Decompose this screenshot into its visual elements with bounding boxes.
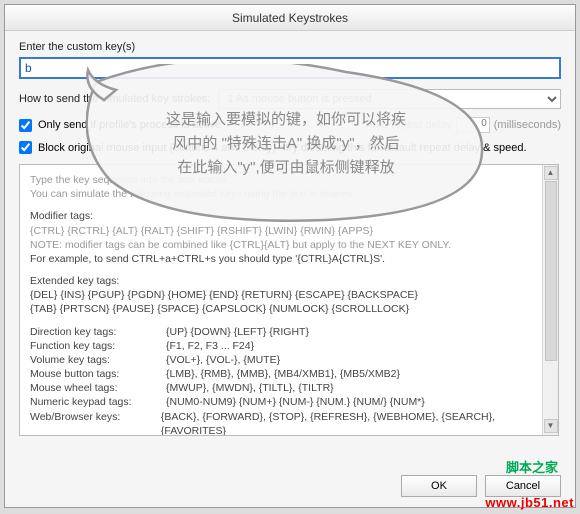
help-text-box: Type the key sequence into the box above… <box>19 164 559 436</box>
mousewheel-v: {MWUP}, {MWDN}, {TILTL}, {TILTR} <box>166 381 334 395</box>
content-area: Enter the custom key(s) How to send the … <box>5 31 575 436</box>
mousebtn-v: {LMB}, {RMB}, {MMB}, {MB4/XMB1}, {MB5/XM… <box>166 367 400 381</box>
modifier-note2: For example, to send CTRL+a+CTRL+s you s… <box>30 252 548 266</box>
extended-line1: {DEL} {INS} {PGUP} {PGDN} {HOME} {END} {… <box>30 288 548 302</box>
direction-k: Direction key tags: <box>30 325 166 339</box>
milliseconds-label: (milliseconds) <box>494 119 561 131</box>
help-intro-2: You can simulate the following extended … <box>30 187 548 201</box>
volume-k: Volume key tags: <box>30 353 166 367</box>
extended-line2: {TAB} {PRTSCN} {PAUSE} {SPACE} {CAPSLOCK… <box>30 302 548 316</box>
modifier-title: Modifier tags: <box>30 209 548 223</box>
ok-button[interactable]: OK <box>401 475 477 497</box>
block-input-checkbox[interactable] <box>19 141 32 154</box>
only-send-label: Only send if profile's process is active <box>38 119 221 131</box>
scroll-up-icon[interactable]: ▲ <box>544 166 558 180</box>
direction-v: {UP} {DOWN} {LEFT} {RIGHT} <box>166 325 309 339</box>
extended-title: Extended key tags: <box>30 274 548 288</box>
auto-repeat-label: Auto repeat delay <box>366 119 452 131</box>
howto-select[interactable]: 1 As mouse button is pressed <box>218 89 561 109</box>
mousebtn-k: Mouse button tags: <box>30 367 166 381</box>
numpad-v: {NUM0-NUM9} {NUM+} {NUM-} {NUM.} {NUM/} … <box>166 395 425 409</box>
watermark: www.jb51.net <box>485 495 574 510</box>
button-bar: OK Cancel <box>401 475 561 497</box>
help-intro-1: Type the key sequence into the box above… <box>30 173 548 187</box>
scroll-down-icon[interactable]: ▼ <box>544 419 558 433</box>
cancel-button[interactable]: Cancel <box>485 475 561 497</box>
footer-label: 脚本之家 <box>506 457 558 476</box>
dialog-window: Simulated Keystrokes Enter the custom ke… <box>4 4 576 508</box>
web-v: {BACK}, {FORWARD}, {STOP}, {REFRESH}, {W… <box>161 410 548 436</box>
function-v: {F1, F2, F3 ... F24} <box>166 339 254 353</box>
volume-v: {VOL+}, {VOL-}, {MUTE} <box>166 353 280 367</box>
help-scrollbar[interactable]: ▲ ▼ <box>542 165 558 435</box>
howto-label: How to send the simulated key strokes: <box>19 93 210 105</box>
only-send-checkbox[interactable] <box>19 119 32 132</box>
web-k: Web/Browser keys: <box>30 410 161 436</box>
custom-key-input[interactable] <box>19 57 561 79</box>
function-k: Function key tags: <box>30 339 166 353</box>
modifier-note1: NOTE: modifier tags can be combined like… <box>30 238 548 252</box>
mousewheel-k: Mouse wheel tags: <box>30 381 166 395</box>
enter-key-label: Enter the custom key(s) <box>19 41 561 53</box>
window-title: Simulated Keystrokes <box>232 11 348 25</box>
scroll-thumb[interactable] <box>545 181 557 361</box>
block-input-label: Block original mouse input (buttons 4 an… <box>38 142 527 154</box>
auto-repeat-spinner[interactable]: 0 <box>456 117 490 133</box>
numpad-k: Numeric keypad tags: <box>30 395 166 409</box>
modifier-line: {CTRL} {RCTRL} {ALT} {RALT} {SHIFT} {RSH… <box>30 224 548 238</box>
title-bar[interactable]: Simulated Keystrokes <box>5 5 575 31</box>
